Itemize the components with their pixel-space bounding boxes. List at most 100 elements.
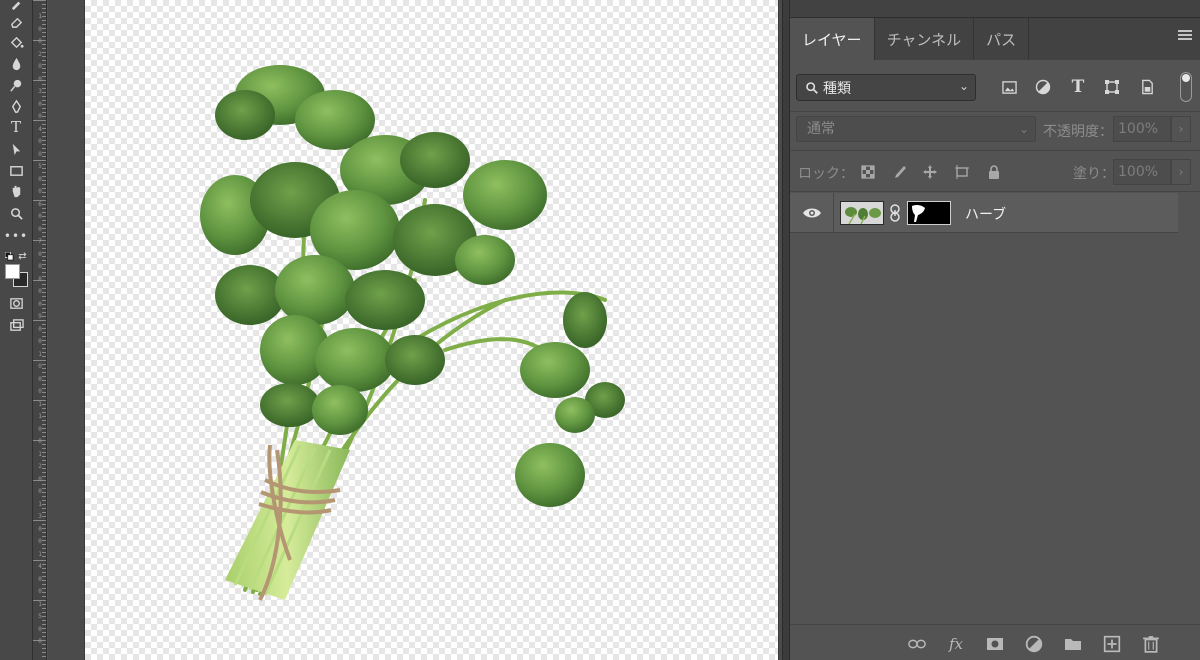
- ruler-tick: [42, 608, 46, 609]
- filter-kind-select[interactable]: 種類 ⌄: [796, 74, 976, 101]
- type-icon[interactable]: T: [5, 118, 27, 136]
- ruler-tick: [42, 396, 46, 397]
- ruler-tick: [42, 524, 46, 525]
- eye-icon[interactable]: [802, 205, 822, 221]
- lock-image-pixels-icon[interactable]: [890, 163, 910, 181]
- ruler-label: 1: [38, 450, 42, 458]
- type-layer-filter-icon[interactable]: T: [1068, 77, 1088, 97]
- document-canvas[interactable]: [84, 0, 779, 660]
- ruler-tick: [42, 48, 46, 49]
- layers-bottom-bar: fx: [790, 624, 1200, 660]
- link-icon[interactable]: [889, 204, 901, 222]
- tab-paths[interactable]: パス: [974, 18, 1030, 60]
- opacity-dropdown-icon[interactable]: ›: [1171, 116, 1191, 142]
- more-tools-icon[interactable]: •••: [4, 227, 27, 245]
- opacity-input[interactable]: 100%: [1113, 116, 1171, 142]
- layer-row[interactable]: ハーブ: [790, 193, 1178, 233]
- ruler-tick: [42, 184, 46, 185]
- color-swatches[interactable]: [4, 262, 28, 288]
- ruler-tick: [42, 484, 46, 485]
- ruler-tick: [42, 448, 46, 449]
- ruler-label: 0: [38, 638, 42, 645]
- rectangle-icon[interactable]: [5, 161, 27, 179]
- foreground-color-swatch[interactable]: [5, 264, 20, 279]
- path-selection-icon[interactable]: [5, 140, 27, 158]
- panel-splitter[interactable]: [782, 0, 790, 660]
- ruler-label: 1: [38, 350, 42, 358]
- zoom-icon[interactable]: [5, 204, 27, 222]
- fill-dropdown-icon[interactable]: ›: [1171, 159, 1191, 185]
- ruler-tick: [42, 196, 46, 197]
- canvas-workspace[interactable]: [48, 0, 790, 660]
- paint-bucket-icon[interactable]: [5, 33, 27, 51]
- ruler-tick: [33, 320, 46, 321]
- ruler-label: 0: [38, 438, 42, 445]
- adjustment-layer-filter-icon[interactable]: [1033, 77, 1053, 97]
- tools-toolbar: T ••• ⇄: [0, 0, 33, 660]
- delete-layer-trash-icon[interactable]: [1140, 634, 1162, 654]
- blend-mode-select[interactable]: 通常 ⌄: [796, 116, 1036, 142]
- lock-all-icon[interactable]: [984, 163, 1004, 181]
- lock-row: ロック： 塗り： 100% ›: [790, 150, 1200, 192]
- eraser-icon[interactable]: [5, 12, 27, 30]
- shape-layer-filter-icon[interactable]: [1102, 77, 1122, 97]
- ruler-label: 4: [38, 125, 42, 133]
- ruler-tick: [33, 360, 46, 361]
- filter-kind-label: 種類: [823, 80, 851, 97]
- ruler-label: 0: [38, 575, 42, 583]
- ruler-tick: [42, 420, 46, 421]
- layer-thumbnail[interactable]: [840, 201, 884, 225]
- dodge-icon[interactable]: [5, 76, 27, 94]
- ruler-tick: [42, 36, 46, 37]
- ruler-tick: [42, 348, 46, 349]
- ruler-label: 0: [38, 525, 42, 533]
- ruler-tick: [42, 436, 46, 437]
- ruler-label: 0: [38, 113, 42, 120]
- hand-icon[interactable]: [5, 182, 27, 200]
- adjustment-layer-icon[interactable]: [1023, 634, 1045, 654]
- ruler-tick: [42, 648, 46, 649]
- ruler-label: 0: [38, 63, 42, 70]
- ruler-tick: [42, 596, 46, 597]
- layer-mask-thumbnail[interactable]: [907, 201, 951, 225]
- layer-filter-row: 種類 ⌄ T: [790, 60, 1200, 112]
- smart-object-filter-icon[interactable]: [1137, 77, 1157, 97]
- pen-icon[interactable]: [5, 97, 27, 115]
- lock-position-icon[interactable]: [920, 163, 940, 181]
- brush-icon[interactable]: [5, 0, 27, 12]
- panel-tabs: レイヤー チャンネル パス: [790, 18, 1200, 60]
- quick-mask-icon[interactable]: [5, 294, 27, 312]
- ruler-tick: [42, 572, 46, 573]
- link-layers-icon[interactable]: [906, 634, 928, 654]
- lock-transparent-pixels-icon[interactable]: [858, 163, 878, 181]
- thumbnail-herb-image: [841, 202, 883, 224]
- new-group-folder-icon[interactable]: [1062, 634, 1084, 654]
- new-layer-icon[interactable]: [1101, 634, 1123, 654]
- blur-icon[interactable]: [5, 54, 27, 72]
- ruler-tick: [33, 560, 46, 561]
- ruler-tick: [42, 72, 46, 73]
- ruler-label: 0: [38, 588, 42, 595]
- ruler-label: 0: [38, 138, 42, 145]
- lock-label: ロック：: [798, 166, 854, 182]
- ruler-tick: [42, 624, 46, 625]
- filter-toggle-switch[interactable]: [1180, 72, 1192, 102]
- layers-scroll-gutter[interactable]: [1178, 193, 1200, 623]
- screen-mode-icon[interactable]: [5, 316, 27, 334]
- panel-menu-icon[interactable]: [1178, 30, 1192, 42]
- ruler-label: 1: [38, 600, 42, 608]
- fill-input[interactable]: 100%: [1113, 159, 1171, 185]
- tab-channels[interactable]: チャンネル: [875, 18, 975, 60]
- ruler-label: 0: [38, 250, 42, 258]
- ruler-label: 0: [38, 213, 42, 220]
- layer-style-fx-icon[interactable]: fx: [945, 634, 967, 654]
- lock-artboard-icon[interactable]: [952, 163, 972, 181]
- ruler-label: 6: [38, 200, 42, 208]
- ruler-label: 0: [38, 225, 42, 233]
- ruler-label: 1: [38, 400, 42, 408]
- tab-layers[interactable]: レイヤー: [790, 18, 875, 60]
- add-mask-icon[interactable]: [984, 634, 1006, 654]
- ruler-tick: [42, 284, 46, 285]
- ruler-label: 5: [38, 613, 42, 620]
- pixel-layer-filter-icon[interactable]: [999, 77, 1019, 97]
